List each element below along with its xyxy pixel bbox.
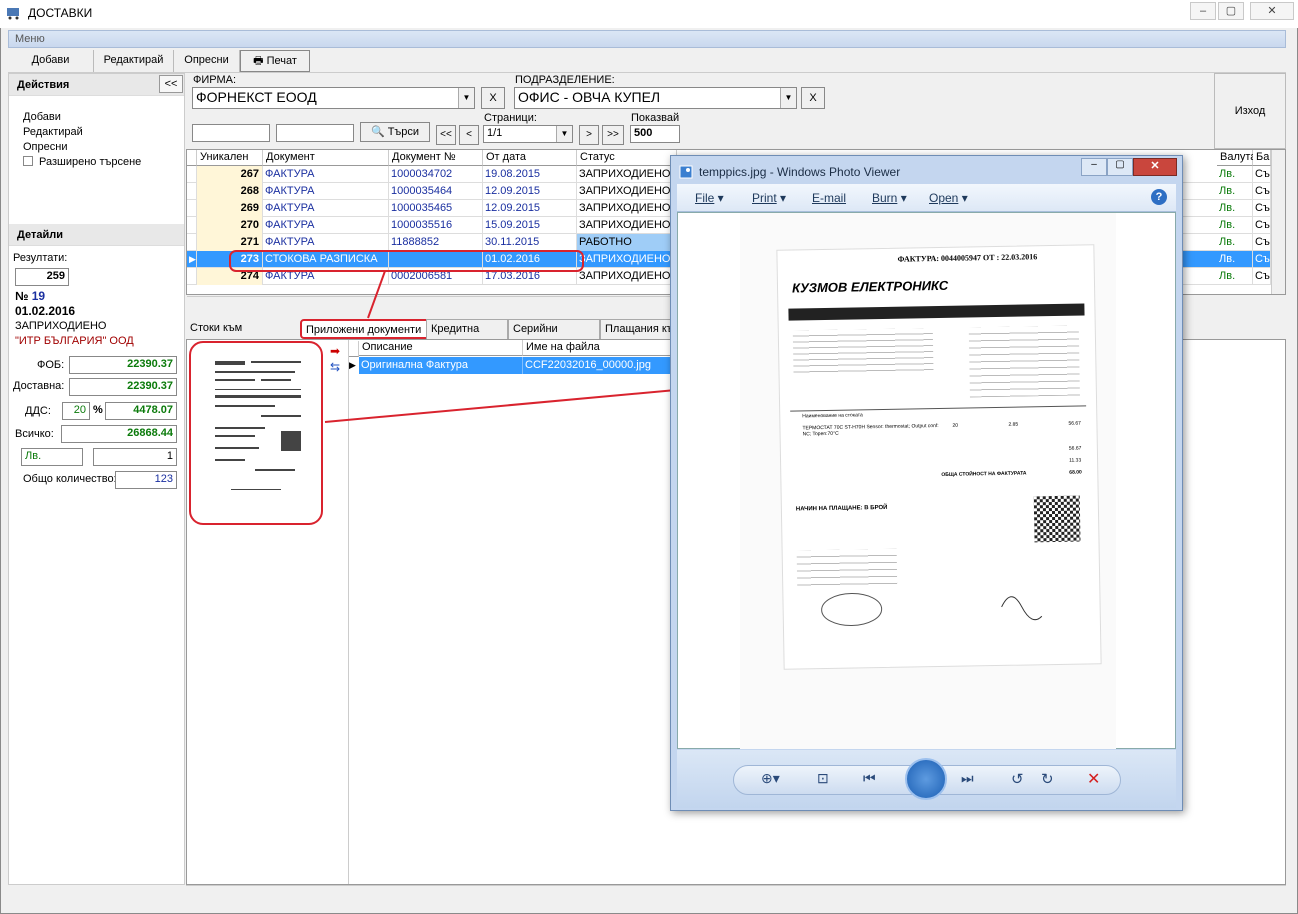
viewer-minimize-button[interactable]: – [1081, 158, 1107, 176]
annotation-line-1 [367, 270, 386, 319]
scanned-page: ФАКТУРА: 0044005947 ОТ : 22.03.2016 КУЗМ… [740, 213, 1116, 749]
invoice-image: ФАКТУРА: 0044005947 ОТ : 22.03.2016 КУЗМ… [776, 244, 1102, 670]
rotate-right-icon[interactable]: ↻ [1041, 770, 1054, 788]
invoice-header: ФАКТУРА: 0044005947 ОТ : 22.03.2016 [897, 252, 1038, 264]
previous-icon[interactable]: ⏮ [863, 770, 876, 787]
print-label: Print [752, 191, 777, 205]
menu-file[interactable]: File ▾ [695, 191, 724, 205]
item-amount: 56.67 [1068, 420, 1082, 427]
viewer-menu: File ▾ Print ▾ E-mail Burn ▾ Open ▾ ? [677, 184, 1176, 212]
menu-burn[interactable]: Burn ▾ [872, 191, 907, 205]
menu-email[interactable]: E-mail [812, 191, 846, 205]
item-price: 2.85 [1008, 421, 1019, 428]
seller-info [792, 328, 934, 375]
items-label: Наименование на стоката [802, 412, 863, 420]
open-label: Open [929, 191, 959, 205]
viewer-maximize-button[interactable]: ▢ [1107, 158, 1133, 176]
fit-icon[interactable]: ⊡ [817, 770, 829, 787]
item-desc: ТЕРМОСТАТ 70С ST-H70H Sensor: thermostat… [802, 423, 939, 438]
viewer-image-area: ФАКТУРА: 0044005947 ОТ : 22.03.2016 КУЗМ… [677, 212, 1176, 749]
signatures [821, 593, 1043, 627]
zoom-icon[interactable]: ⊕▾ [761, 770, 780, 787]
photo-icon [679, 165, 693, 179]
total-label: ОБЩА СТОЙНОСТ НА ФАКТУРАТА [941, 470, 1027, 478]
recipient-info [796, 548, 898, 591]
viewer-controls: ⊕▾ ⊡ ⏮ ⏭ ↺ ↻ ✕ [677, 750, 1176, 808]
file-label: File [695, 191, 715, 205]
invoice-total: 68.00 [1069, 469, 1082, 476]
buyer-info [968, 325, 1080, 398]
menu-open[interactable]: Open ▾ [929, 191, 968, 205]
delete-icon[interactable]: ✕ [1087, 769, 1100, 789]
email-label: E-mail [812, 191, 847, 205]
tax-base: 56.67 [1068, 445, 1082, 452]
viewer-title: temppics.jpg - Windows Photo Viewer [699, 165, 901, 179]
table-line [790, 405, 1087, 412]
slideshow-button[interactable] [905, 758, 947, 800]
tax-vat: 11.33 [1069, 457, 1082, 464]
qr-code [1033, 495, 1081, 543]
help-icon[interactable]: ? [1151, 189, 1167, 205]
rotate-left-icon[interactable]: ↺ [1011, 770, 1024, 788]
next-icon[interactable]: ⏭ [961, 770, 974, 787]
annotation-line-2 [324, 389, 677, 423]
viewer-close-button[interactable]: ✕ [1133, 158, 1177, 176]
menu-print[interactable]: Print ▾ [752, 191, 786, 205]
item-qty: 20 [952, 422, 959, 429]
burn-label: Burn [872, 191, 898, 205]
brand-bar [788, 303, 1085, 321]
payment-method: НАЧИН НА ПЛАЩАНЕ: В БРОЙ [795, 504, 888, 513]
brand-logo: КУЗМОВ ЕЛЕКТРОНИКС [791, 277, 949, 296]
highlight-selected-row [229, 250, 584, 272]
